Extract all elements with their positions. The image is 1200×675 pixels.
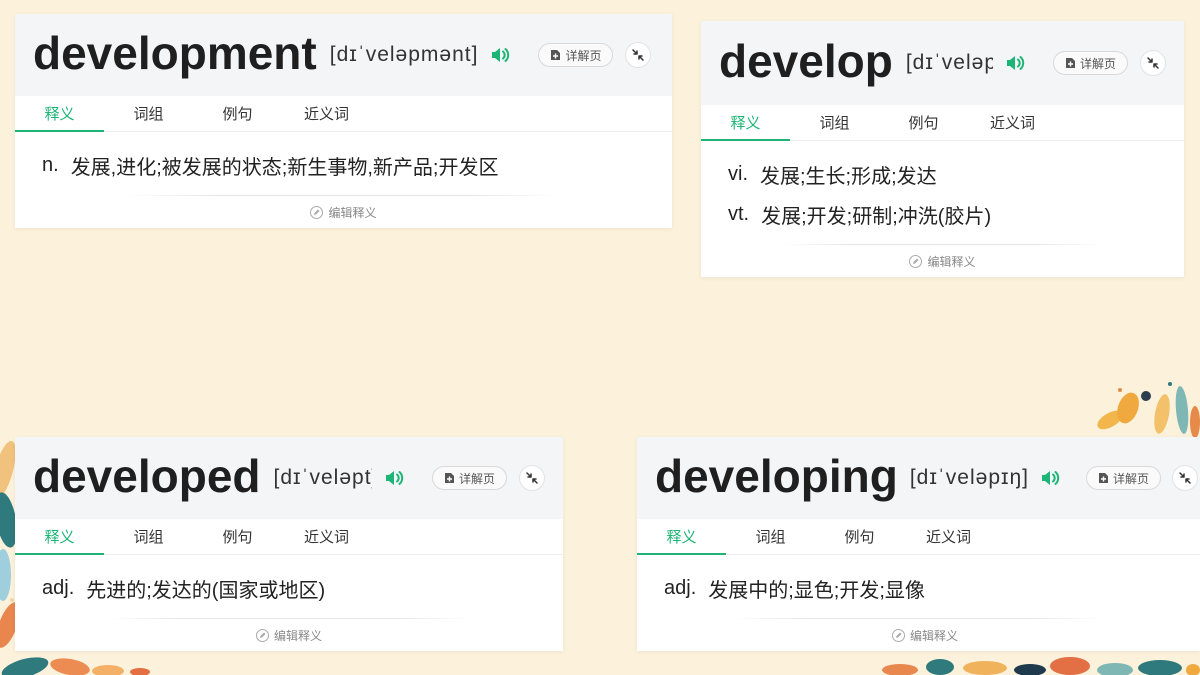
- definitions: n. 发展,进化;被发展的状态;新生事物,新产品;开发区: [15, 132, 672, 185]
- pencil-icon: [310, 205, 324, 219]
- definition-text: 发展;生长;形成;发达: [760, 165, 937, 188]
- headword: developed: [33, 450, 261, 502]
- add-document-icon: [550, 49, 561, 61]
- speaker-icon[interactable]: [1005, 54, 1025, 72]
- pencil-icon: [891, 628, 905, 642]
- definitions: adj. 发展中的;显色;开发;显像: [637, 555, 1200, 608]
- definition-line: vt. 发展;开发;研制;冲洗(胶片): [728, 194, 1157, 234]
- part-of-speech: vt.: [728, 202, 750, 225]
- part-of-speech: adj.: [664, 576, 697, 599]
- word-card: developed [dɪˈveləpt] 详解页 释义 词组 例句 近义词 a…: [15, 437, 563, 651]
- tab-synonyms[interactable]: 近义词: [968, 105, 1057, 140]
- edit-definition-button[interactable]: 编辑释义: [15, 196, 672, 228]
- speaker-icon[interactable]: [490, 46, 510, 64]
- collapse-button[interactable]: [519, 465, 545, 491]
- definition-text: 发展中的;显色;开发;显像: [708, 579, 925, 602]
- card-header: developing [dɪˈveləpɪŋ] 详解页: [637, 437, 1200, 519]
- collapse-button[interactable]: [1172, 465, 1199, 491]
- detail-page-button[interactable]: 详解页: [538, 43, 614, 67]
- card-header: development [dɪˈveləpmənt] 详解页: [15, 14, 672, 96]
- tab-definitions[interactable]: 释义: [701, 105, 790, 141]
- tab-phrases[interactable]: 词组: [104, 519, 193, 554]
- add-document-icon: [444, 472, 455, 484]
- definitions: adj. 先进的;发达的(国家或地区): [15, 555, 563, 608]
- collapse-button[interactable]: [1140, 50, 1166, 76]
- tab-bar: 释义 词组 例句 近义词: [637, 519, 1200, 555]
- definition-text: 发展;开发;研制;冲洗(胶片): [761, 205, 992, 228]
- tab-synonyms[interactable]: 近义词: [282, 519, 371, 554]
- edit-definition-label: 编辑释义: [927, 254, 976, 269]
- tab-synonyms[interactable]: 近义词: [282, 96, 371, 131]
- headword: developing: [655, 450, 898, 502]
- edit-definition-label: 编辑释义: [273, 628, 322, 643]
- add-document-icon: [1065, 57, 1076, 69]
- headword: development: [33, 27, 317, 79]
- detail-page-label: 详解页: [1079, 56, 1116, 71]
- card-header: develop [dɪˈveləp] 详解页: [701, 21, 1184, 105]
- card-header: developed [dɪˈveləpt] 详解页: [15, 437, 563, 519]
- detail-page-button[interactable]: 详解页: [1086, 466, 1162, 490]
- speaker-icon[interactable]: [1040, 469, 1060, 487]
- collapse-button[interactable]: [625, 42, 652, 68]
- detail-page-label: 详解页: [1113, 471, 1150, 486]
- headword: develop: [719, 35, 893, 87]
- detail-page-label: 详解页: [458, 471, 495, 486]
- collapse-icon: [526, 472, 538, 484]
- tab-phrases[interactable]: 词组: [790, 105, 879, 140]
- tab-examples[interactable]: 例句: [879, 105, 968, 140]
- word-card: developing [dɪˈveləpɪŋ] 详解页 释义 词组 例句 近义词…: [637, 437, 1200, 651]
- word-card: development [dɪˈveləpmənt] 详解页 释义 词组 例句 …: [15, 14, 672, 228]
- definition-text: 先进的;发达的(国家或地区): [86, 579, 326, 602]
- add-document-icon: [1098, 472, 1109, 484]
- definition-line: n. 发展,进化;被发展的状态;新生事物,新产品;开发区: [42, 145, 645, 185]
- pencil-icon: [255, 628, 269, 642]
- edit-definition-button[interactable]: 编辑释义: [637, 619, 1200, 651]
- phonetic: [dɪˈveləpɪŋ]: [909, 466, 1029, 489]
- definitions: vi. 发展;生长;形成;发达 vt. 发展;开发;研制;冲洗(胶片): [701, 141, 1184, 234]
- edit-definition-button[interactable]: 编辑释义: [15, 619, 563, 651]
- edit-definition-label: 编辑释义: [328, 205, 377, 220]
- phonetic: [dɪˈveləpt]: [273, 466, 372, 489]
- definition-line: adj. 发展中的;显色;开发;显像: [664, 568, 1173, 608]
- tab-bar: 释义 词组 例句 近义词: [15, 519, 563, 555]
- part-of-speech: adj.: [42, 576, 75, 599]
- tab-definitions[interactable]: 释义: [637, 519, 726, 555]
- word-card: develop [dɪˈveləp] 详解页 释义 词组 例句 近义词 vi. …: [701, 21, 1184, 277]
- detail-page-button[interactable]: 详解页: [431, 466, 507, 490]
- edit-definition-label: 编辑释义: [909, 628, 958, 643]
- tab-definitions[interactable]: 释义: [15, 96, 104, 132]
- part-of-speech: vi.: [728, 162, 748, 185]
- definition-line: vi. 发展;生长;形成;发达: [728, 154, 1157, 194]
- collapse-icon: [1179, 472, 1191, 484]
- definition-text: 发展,进化;被发展的状态;新生事物,新产品;开发区: [70, 156, 499, 179]
- definition-line: adj. 先进的;发达的(国家或地区): [42, 568, 536, 608]
- phonetic: [dɪˈveləpmənt]: [329, 43, 479, 66]
- phonetic: [dɪˈveləp]: [905, 51, 993, 74]
- tab-bar: 释义 词组 例句 近义词: [15, 96, 672, 132]
- tab-examples[interactable]: 例句: [193, 519, 282, 554]
- tab-bar: 释义 词组 例句 近义词: [701, 105, 1184, 141]
- part-of-speech: n.: [42, 153, 59, 176]
- tab-phrases[interactable]: 词组: [104, 96, 193, 131]
- pencil-icon: [909, 254, 923, 268]
- tab-examples[interactable]: 例句: [193, 96, 282, 131]
- speaker-icon[interactable]: [384, 469, 404, 487]
- detail-page-button[interactable]: 详解页: [1052, 51, 1128, 75]
- tab-synonyms[interactable]: 近义词: [904, 519, 993, 554]
- tab-examples[interactable]: 例句: [815, 519, 904, 554]
- collapse-icon: [632, 49, 645, 61]
- tab-phrases[interactable]: 词组: [726, 519, 815, 554]
- collapse-icon: [1147, 57, 1159, 69]
- tab-definitions[interactable]: 释义: [15, 519, 104, 555]
- detail-page-label: 详解页: [565, 48, 602, 63]
- edit-definition-button[interactable]: 编辑释义: [701, 245, 1184, 277]
